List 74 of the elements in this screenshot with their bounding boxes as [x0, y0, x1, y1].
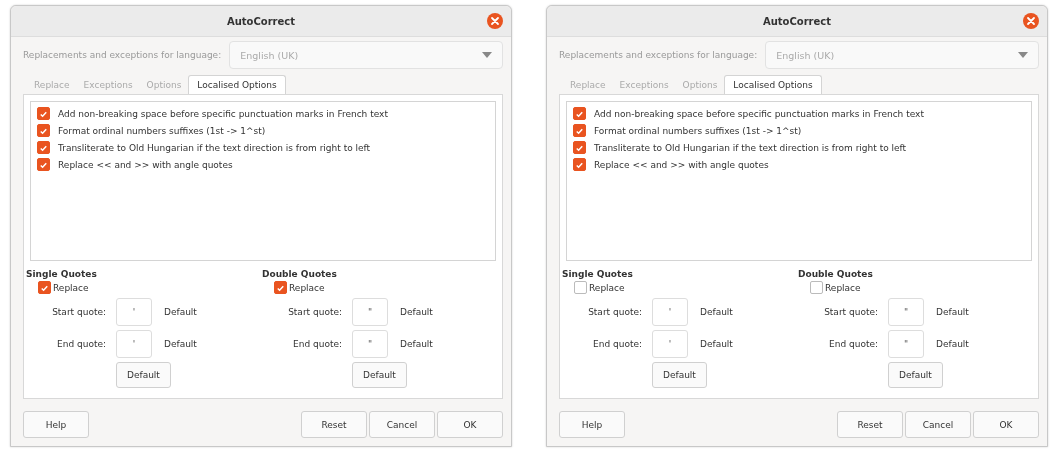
quote-button[interactable]: ' [652, 330, 688, 358]
field-label: End quote: [593, 339, 642, 349]
quote-button[interactable]: " [352, 330, 388, 358]
quote-default-label: Default [164, 307, 197, 317]
quote-button[interactable]: ' [652, 298, 688, 326]
option-label: Add non-breaking space before specific punctuation marks in French text [58, 108, 388, 119]
checkbox-label: Replace [289, 282, 325, 293]
dialog-button[interactable]: Cancel [369, 411, 435, 438]
field-label: Start quote: [824, 307, 878, 317]
field-label: Start quote: [288, 307, 342, 317]
quote-default-label: Default [400, 307, 433, 317]
quote-button[interactable]: ' [116, 330, 152, 358]
window-title: AutoCorrect [226, 15, 296, 27]
caret-icon [482, 52, 492, 58]
checkbox-label: Replace [53, 282, 89, 293]
help-button[interactable]: Help [559, 411, 625, 438]
dialog-button[interactable]: Cancel [905, 411, 971, 438]
section-heading: Double Quotes [797, 269, 874, 279]
caret-icon [1018, 52, 1028, 58]
section-heading: Double Quotes [261, 269, 338, 279]
close-icon[interactable] [487, 13, 503, 29]
checkbox[interactable] [38, 281, 51, 294]
option-label: Add non-breaking space before specific punctuation marks in French text [594, 108, 924, 119]
close-icon[interactable] [1023, 13, 1039, 29]
field-label: Start quote: [52, 307, 106, 317]
default-button[interactable]: Default [652, 362, 707, 388]
quote-default-label: Default [700, 307, 733, 317]
checkbox-label: Replace [589, 282, 625, 293]
quote-button[interactable]: ' [116, 298, 152, 326]
language-label: Replacements and exceptions for language: [23, 50, 222, 60]
dialog-button[interactable]: OK [437, 411, 503, 438]
dialog-button[interactable]: Reset [837, 411, 903, 438]
option-label: Replace << and >> with angle quotes [58, 159, 233, 170]
field-label: Start quote: [588, 307, 642, 317]
option-label: Replace << and >> with angle quotes [594, 159, 769, 170]
checkbox[interactable] [573, 158, 586, 171]
field-label: End quote: [57, 339, 106, 349]
quote-default-label: Default [936, 339, 969, 349]
language-label: Replacements and exceptions for language: [559, 50, 758, 60]
checkbox[interactable] [37, 158, 50, 171]
dialog-button[interactable]: OK [973, 411, 1039, 438]
default-button[interactable]: Default [888, 362, 943, 388]
field-label: End quote: [293, 339, 342, 349]
dialog-button[interactable]: Reset [301, 411, 367, 438]
option-label: Format ordinal numbers suffixes (1st -> 1^st) [594, 125, 802, 136]
checkbox[interactable] [810, 281, 823, 294]
checkbox[interactable] [37, 124, 50, 137]
checkbox[interactable] [573, 107, 586, 120]
help-button[interactable]: Help [23, 411, 89, 438]
quote-button[interactable]: " [888, 330, 924, 358]
checkbox[interactable] [37, 141, 50, 154]
quote-default-label: Default [400, 339, 433, 349]
quote-button[interactable]: " [888, 298, 924, 326]
quote-default-label: Default [164, 339, 197, 349]
default-button[interactable]: Default [116, 362, 171, 388]
checkbox-label: Replace [825, 282, 861, 293]
section-heading: Single Quotes [561, 269, 634, 279]
option-label: Transliterate to Old Hungarian if the text direction is from right to left [58, 142, 371, 153]
checkbox[interactable] [274, 281, 287, 294]
checkbox[interactable] [573, 141, 586, 154]
tab[interactable]: Localised Options [724, 75, 822, 94]
checkbox[interactable] [37, 107, 50, 120]
section-heading: Single Quotes [25, 269, 98, 279]
quote-button[interactable]: " [352, 298, 388, 326]
checkbox[interactable] [573, 124, 586, 137]
checkbox[interactable] [574, 281, 587, 294]
option-label: Format ordinal numbers suffixes (1st -> 1^st) [58, 125, 266, 136]
default-button[interactable]: Default [352, 362, 407, 388]
quote-default-label: Default [700, 339, 733, 349]
field-label: End quote: [829, 339, 878, 349]
tab[interactable]: Localised Options [188, 75, 286, 94]
window-title: AutoCorrect [762, 15, 832, 27]
quote-default-label: Default [936, 307, 969, 317]
option-label: Transliterate to Old Hungarian if the text direction is from right to left [594, 142, 907, 153]
